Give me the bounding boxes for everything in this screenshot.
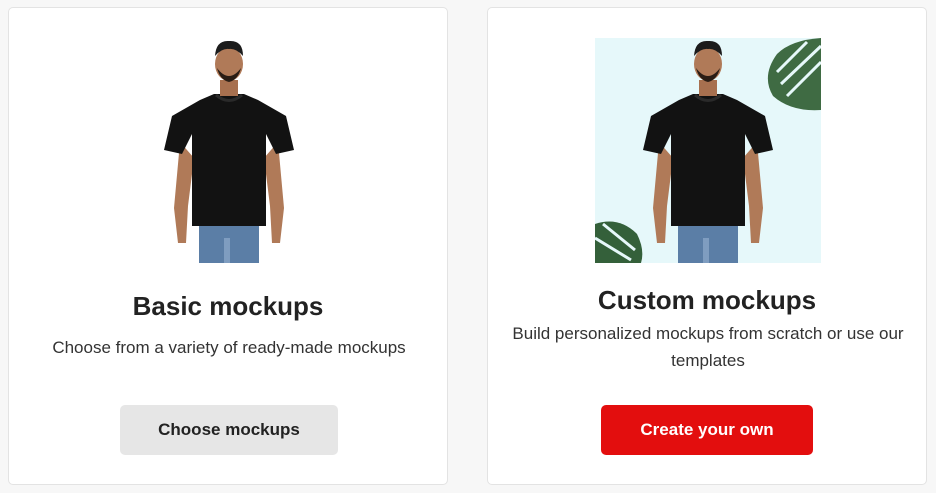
basic-mockups-description: Choose from a variety of ready-made mock… <box>52 338 406 357</box>
basic-mockup-image <box>116 38 342 263</box>
leaf-icon <box>767 38 821 111</box>
tshirt-model-illustration <box>595 38 821 263</box>
custom-mockups-description: Build personalized mockups from scratch … <box>512 324 904 370</box>
basic-mockups-card: Basic mockups Choose from a variety of r… <box>8 7 448 485</box>
create-your-own-button[interactable]: Create your own <box>601 405 813 455</box>
custom-mockups-card: Custom mockups Build personalized mockup… <box>487 7 927 485</box>
custom-mockups-title: Custom mockups <box>597 285 817 315</box>
choose-mockups-button[interactable]: Choose mockups <box>120 405 338 455</box>
basic-mockups-title: Basic mockups <box>132 291 324 321</box>
tshirt-model-illustration <box>164 40 294 263</box>
custom-mockup-image <box>595 38 821 263</box>
leaf-icon <box>595 221 643 263</box>
